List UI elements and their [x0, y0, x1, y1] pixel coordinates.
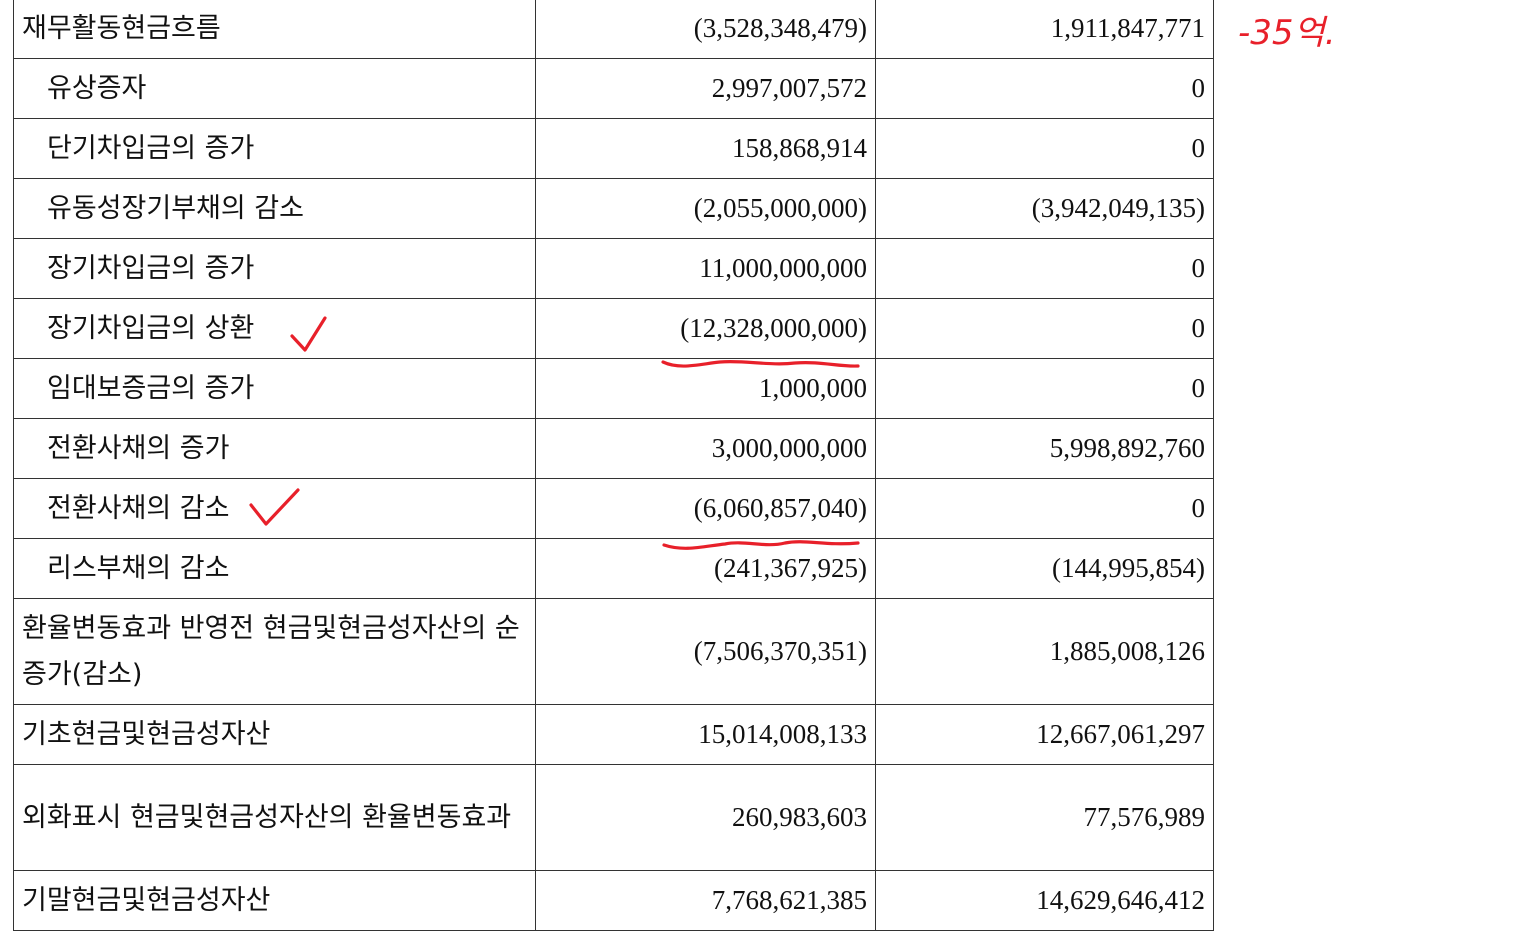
current-period-amount: 3,000,000,000 [535, 418, 876, 479]
row-label: 장기차입금의 상환 [13, 298, 536, 359]
table-row: 임대보증금의 증가 1,000,000 0 [13, 358, 1214, 419]
prior-period-amount: 12,667,061,297 [875, 704, 1214, 765]
current-period-amount: (241,367,925) [535, 538, 876, 599]
financing-cash-flow-table: 재무활동현금흐름 (3,528,348,479) 1,911,847,771 유상증자… [13, 0, 1214, 931]
row-label: 장기차입금의 증가 [13, 238, 536, 299]
current-period-amount: (7,506,370,351) [535, 598, 876, 705]
prior-period-amount: 0 [875, 358, 1214, 419]
current-period-amount: (2,055,000,000) [535, 178, 876, 239]
current-period-amount: 2,997,007,572 [535, 58, 876, 119]
prior-period-amount: 0 [875, 118, 1214, 179]
prior-period-amount: 14,629,646,412 [875, 870, 1214, 931]
table-row: 전환사채의 감소 (6,060,857,040) 0 [13, 478, 1214, 539]
row-label: 단기차입금의 증가 [13, 118, 536, 179]
row-label: 리스부채의 감소 [13, 538, 536, 599]
current-period-amount: 158,868,914 [535, 118, 876, 179]
table-row: 유동성장기부채의 감소 (2,055,000,000) (3,942,049,135… [13, 178, 1214, 239]
prior-period-amount: 5,998,892,760 [875, 418, 1214, 479]
cash-flow-statement: 재무활동현금흐름 (3,528,348,479) 1,911,847,771 유상증자… [13, 0, 1214, 931]
row-label: 재무활동현금흐름 [13, 0, 536, 59]
row-label: 기말현금및현금성자산 [13, 870, 536, 931]
current-period-amount: 7,768,621,385 [535, 870, 876, 931]
table-body: 재무활동현금흐름 (3,528,348,479) 1,911,847,771 유상증자… [13, 0, 1214, 931]
table-row: 재무활동현금흐름 (3,528,348,479) 1,911,847,771 [13, 0, 1214, 59]
current-period-amount: (6,060,857,040) [535, 478, 876, 539]
row-label: 기초현금및현금성자산 [13, 704, 536, 765]
table-row: 기초현금및현금성자산 15,014,008,133 12,667,061,297 [13, 704, 1214, 765]
prior-period-amount: 1,885,008,126 [875, 598, 1214, 705]
table-row: 환율변동효과 반영전 현금및현금성자산의 순증가(감소) (7,506,370,3… [13, 598, 1214, 705]
prior-period-amount: 0 [875, 298, 1214, 359]
current-period-amount: 11,000,000,000 [535, 238, 876, 299]
row-label: 전환사채의 증가 [13, 418, 536, 479]
prior-period-amount: 0 [875, 58, 1214, 119]
row-label: 유동성장기부채의 감소 [13, 178, 536, 239]
row-label: 전환사채의 감소 [13, 478, 536, 539]
row-label: 임대보증금의 증가 [13, 358, 536, 419]
prior-period-amount: 1,911,847,771 [875, 0, 1214, 59]
table-row: 단기차입금의 증가 158,868,914 0 [13, 118, 1214, 179]
row-label: 유상증자 [13, 58, 536, 119]
current-period-amount: 260,983,603 [535, 764, 876, 871]
prior-period-amount: (3,942,049,135) [875, 178, 1214, 239]
margin-note: -35억. [1238, 13, 1336, 53]
row-label: 환율변동효과 반영전 현금및현금성자산의 순증가(감소) [13, 598, 536, 705]
current-period-amount: 1,000,000 [535, 358, 876, 419]
table-row: 리스부채의 감소 (241,367,925) (144,995,854) [13, 538, 1214, 599]
prior-period-amount: (144,995,854) [875, 538, 1214, 599]
table-row: 장기차입금의 상환 (12,328,000,000) 0 [13, 298, 1214, 359]
table-row: 기말현금및현금성자산 7,768,621,385 14,629,646,412 [13, 870, 1214, 931]
current-period-amount: 15,014,008,133 [535, 704, 876, 765]
table-row: 외화표시 현금및현금성자산의 환율변동효과 260,983,603 77,576,9… [13, 764, 1214, 871]
prior-period-amount: 0 [875, 478, 1214, 539]
prior-period-amount: 77,576,989 [875, 764, 1214, 871]
table-row: 장기차입금의 증가 11,000,000,000 0 [13, 238, 1214, 299]
table-row: 유상증자 2,997,007,572 0 [13, 58, 1214, 119]
table-row: 전환사채의 증가 3,000,000,000 5,998,892,760 [13, 418, 1214, 479]
current-period-amount: (3,528,348,479) [535, 0, 876, 59]
row-label: 외화표시 현금및현금성자산의 환율변동효과 [13, 764, 536, 871]
current-period-amount: (12,328,000,000) [535, 298, 876, 359]
prior-period-amount: 0 [875, 238, 1214, 299]
